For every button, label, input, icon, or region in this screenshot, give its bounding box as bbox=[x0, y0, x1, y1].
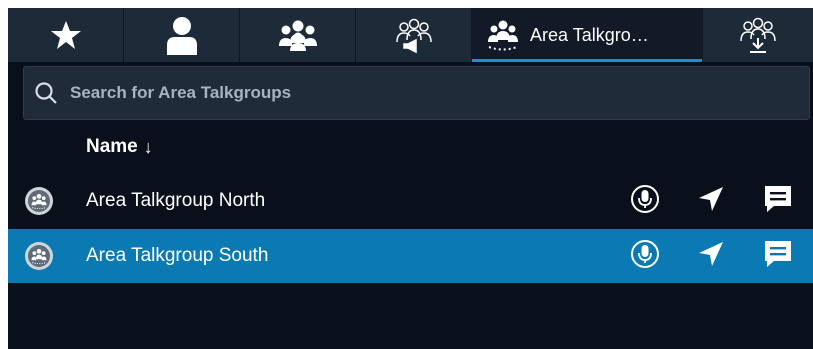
tab-favorites[interactable] bbox=[8, 8, 124, 62]
group-avatar-icon bbox=[25, 242, 53, 270]
push-to-talk-icon[interactable] bbox=[630, 184, 660, 219]
row-name: Area Talkgroup North bbox=[86, 190, 266, 211]
tab-contacts[interactable] bbox=[124, 8, 240, 62]
table-row-selected[interactable]: Area Talkgroup South bbox=[8, 229, 813, 283]
search-icon bbox=[34, 81, 58, 105]
message-icon[interactable] bbox=[762, 183, 794, 220]
tab-downloaded-groups[interactable] bbox=[703, 8, 813, 62]
tab-bar: Area Talkgro… bbox=[8, 8, 813, 62]
column-header-label: Name bbox=[86, 136, 138, 157]
row-name: Area Talkgroup South bbox=[86, 245, 269, 266]
search-bar bbox=[23, 66, 810, 120]
person-icon bbox=[165, 15, 199, 55]
area-talkgroup-icon bbox=[486, 18, 520, 52]
tab-groups[interactable] bbox=[240, 8, 356, 62]
search-input[interactable] bbox=[68, 82, 772, 104]
location-arrow-icon[interactable] bbox=[696, 239, 726, 274]
sort-arrow-icon: ↓ bbox=[143, 136, 153, 157]
tab-area-talkgroups[interactable]: Area Talkgro… bbox=[472, 8, 703, 62]
tab-area-talkgroups-label: Area Talkgro… bbox=[530, 24, 649, 45]
group-icon bbox=[276, 19, 320, 51]
location-arrow-icon[interactable] bbox=[696, 184, 726, 219]
column-header-name[interactable]: Name ↓ bbox=[86, 132, 153, 162]
push-to-talk-icon[interactable] bbox=[630, 239, 660, 274]
tab-broadcast-groups[interactable] bbox=[356, 8, 472, 62]
table-row[interactable]: Area Talkgroup North bbox=[8, 174, 813, 228]
message-icon[interactable] bbox=[762, 238, 794, 275]
app-window: Area Talkgro… Name ↓ bbox=[8, 8, 813, 349]
broadcast-group-icon bbox=[392, 16, 436, 54]
star-icon bbox=[50, 19, 82, 51]
download-group-icon bbox=[738, 16, 778, 54]
group-avatar-icon bbox=[25, 187, 53, 215]
